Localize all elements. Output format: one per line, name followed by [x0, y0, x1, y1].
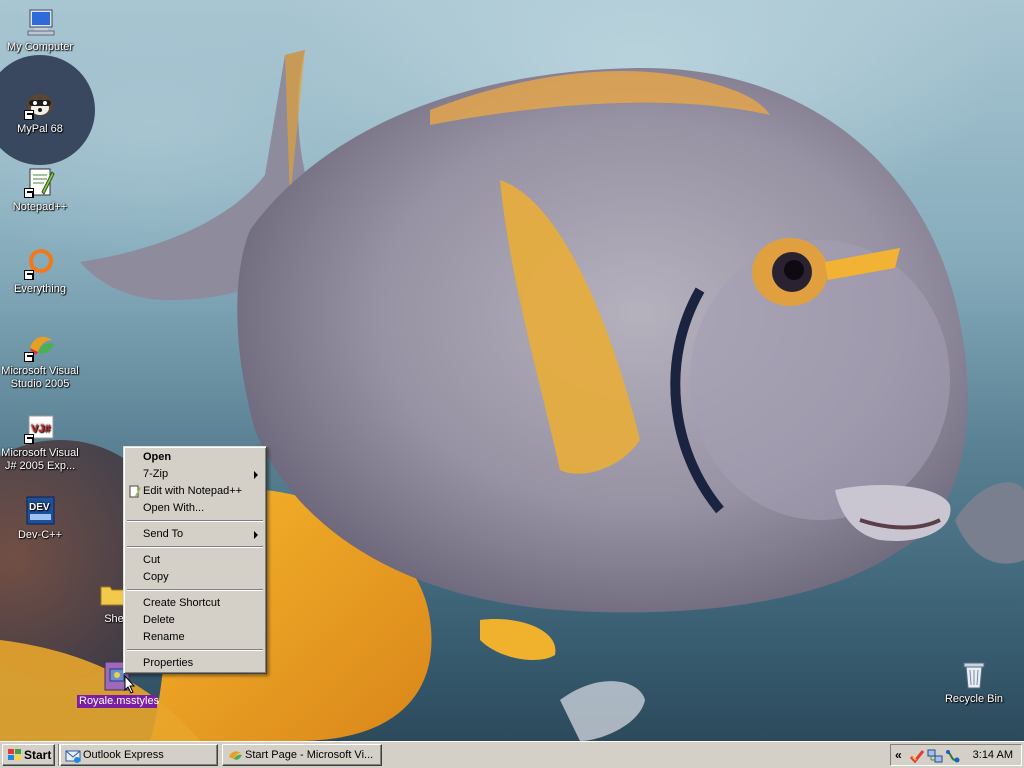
menu-item-create-shortcut[interactable]: Create Shortcut	[126, 595, 264, 612]
system-tray: « 3:14 AM	[890, 744, 1022, 766]
submenu-arrow-icon	[254, 471, 258, 479]
start-label: Start	[24, 748, 52, 762]
menu-item-7zip[interactable]: 7-Zip	[126, 466, 264, 483]
my-computer-icon	[24, 6, 56, 38]
desktop-icon-label: Microsoft Visual Studio 2005	[1, 365, 79, 390]
recycle-bin-icon	[958, 658, 990, 690]
desktop-icon-everything[interactable]: Everything	[0, 248, 80, 296]
menu-item-label: Create Shortcut	[143, 597, 221, 609]
tray-clock[interactable]: 3:14 AM	[973, 745, 1013, 765]
context-menu: Open 7-Zip Edit with Notepad++ Open With…	[123, 446, 267, 674]
menu-item-properties[interactable]: Properties	[126, 655, 264, 672]
desktop-icon-label: MyPal 68	[17, 123, 63, 135]
desktop-icon-visual-jsharp[interactable]: VJ# Microsoft Visual J# 2005 Exp...	[0, 412, 80, 473]
shortcut-arrow-icon	[24, 110, 34, 120]
shortcut-arrow-icon	[24, 352, 34, 362]
tray-connection-icon[interactable]	[945, 748, 961, 764]
windows-flag-icon	[7, 748, 22, 762]
devcpp-icon: DEV	[24, 494, 56, 526]
menu-item-rename[interactable]: Rename	[126, 629, 264, 646]
taskbar: Start Outlook Express Start Page - Micro…	[0, 741, 1024, 768]
visual-jsharp-icon: VJ#	[24, 412, 56, 444]
desktop-icon-label: Everything	[14, 283, 66, 295]
menu-item-label: Send To	[143, 528, 184, 540]
desktop-icon-devcpp[interactable]: DEV Dev-C++	[0, 494, 80, 542]
tray-network-icon[interactable]	[927, 748, 943, 764]
menu-item-label: 7-Zip	[143, 468, 169, 480]
svg-text:DEV: DEV	[29, 502, 50, 513]
menu-item-send-to[interactable]: Send To	[126, 526, 264, 543]
desktop-icon-recycle-bin[interactable]: Recycle Bin	[934, 658, 1014, 706]
menu-separator	[127, 546, 263, 548]
shortcut-arrow-icon	[24, 188, 34, 198]
menu-item-copy[interactable]: Copy	[126, 569, 264, 586]
notepadpp-icon	[24, 166, 56, 198]
taskbar-button-outlook-express[interactable]: Outlook Express	[60, 744, 218, 766]
outlook-express-icon	[65, 748, 81, 764]
menu-item-label: Delete	[143, 614, 175, 626]
desktop-icon-label: My Computer	[6, 41, 74, 53]
menu-item-label: Edit with Notepad++	[143, 485, 243, 497]
menu-item-delete[interactable]: Delete	[126, 612, 264, 629]
menu-item-label: Copy	[143, 571, 169, 583]
desktop-icon-label: Notepad++	[12, 201, 68, 213]
visual-studio-icon	[227, 748, 243, 764]
submenu-arrow-icon	[254, 531, 258, 539]
desktop-icon-label: Royale.msstyles	[77, 695, 160, 708]
menu-separator	[127, 520, 263, 522]
desktop-icon-my-computer[interactable]: My Computer	[0, 6, 80, 54]
menu-item-label: Open	[143, 451, 172, 463]
menu-item-cut[interactable]: Cut	[126, 552, 264, 569]
desktop-icon-mypal[interactable]: MyPal 68	[0, 88, 80, 136]
shortcut-arrow-icon	[24, 434, 34, 444]
desktop-icon-visual-studio[interactable]: Microsoft Visual Studio 2005	[0, 330, 80, 391]
desktop-icon-notepadpp[interactable]: Notepad++	[0, 166, 80, 214]
taskbar-button-visual-studio[interactable]: Start Page - Microsoft Vi...	[222, 744, 382, 766]
start-button[interactable]: Start	[2, 744, 55, 766]
mypal-icon	[24, 88, 56, 120]
visual-studio-icon	[24, 330, 56, 362]
menu-item-edit-with-notepadpp[interactable]: Edit with Notepad++	[126, 483, 264, 500]
desktop-icon-label: Dev-C++	[17, 529, 63, 541]
mouse-cursor-icon	[124, 675, 136, 694]
menu-item-label: Open With...	[143, 502, 205, 514]
menu-item-open-with[interactable]: Open With...	[126, 500, 264, 517]
menu-separator	[127, 649, 263, 651]
menu-item-label: Cut	[143, 554, 161, 566]
menu-item-open[interactable]: Open	[126, 449, 264, 466]
menu-item-label: Properties	[143, 657, 194, 669]
desktop-icon-label: Microsoft Visual J# 2005 Exp...	[1, 447, 79, 472]
tray-checkmark-icon[interactable]	[909, 748, 925, 764]
everything-icon	[24, 248, 56, 280]
tray-expand-chevron[interactable]: «	[895, 748, 902, 762]
menu-separator	[127, 589, 263, 591]
notepadpp-small-icon	[129, 485, 141, 498]
task-label: Start Page - Microsoft Vi...	[245, 749, 374, 761]
shortcut-arrow-icon	[24, 270, 34, 280]
menu-item-label: Rename	[143, 631, 185, 643]
task-label: Outlook Express	[83, 749, 164, 761]
desktop-icon-label: Recycle Bin	[944, 693, 1004, 705]
